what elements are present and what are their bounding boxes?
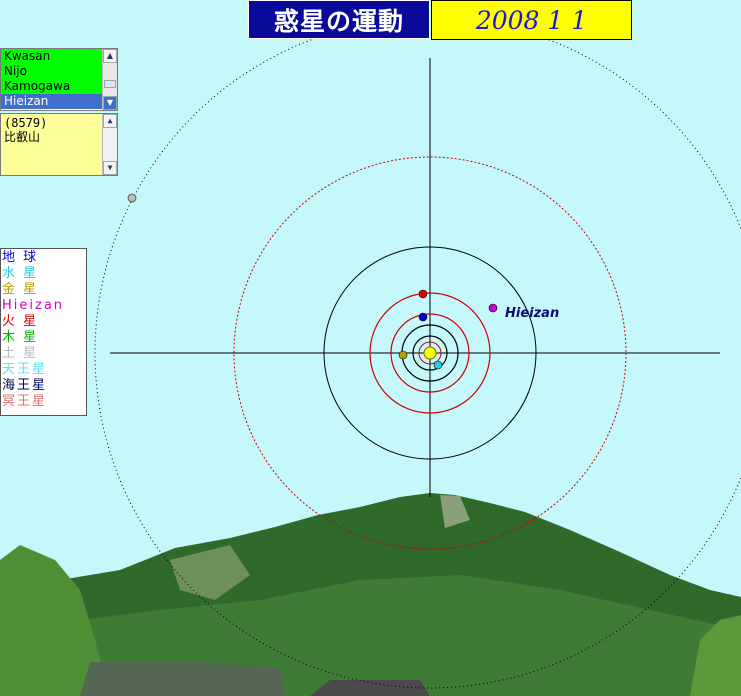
location-item-kamogawa[interactable]: Kamogawa (1, 79, 102, 94)
venus-planet (398, 350, 408, 360)
scroll-thumb[interactable] (104, 80, 116, 88)
mars-planet (418, 289, 428, 299)
earth-planet (418, 312, 428, 322)
location-scrollbar[interactable]: ▲ ▼ (102, 49, 117, 110)
location-item-nijo[interactable]: Nijo (1, 64, 102, 79)
info-scroll-up-arrow-icon[interactable]: ▲ (103, 114, 117, 128)
legend-venus: 金 星 (2, 282, 39, 297)
legend-hieizan: Hieizan (2, 298, 65, 313)
scroll-down-arrow-icon[interactable]: ▼ (103, 96, 117, 110)
legend-pluto: 冥王星 (2, 394, 48, 409)
page-title: 惑星の運動 (248, 0, 430, 39)
legend-saturn: 土 星 (2, 346, 39, 361)
location-listbox[interactable]: Kwasan Nijo Kamogawa Hieizan ▲ ▼ (0, 48, 118, 111)
hieizan-body-label: Hieizan (505, 306, 560, 321)
date-display: 2008 1 1 (431, 0, 632, 40)
hieizan-body (488, 303, 498, 313)
sun (423, 346, 437, 360)
legend-mars: 火 星 (2, 314, 39, 329)
legend-jupiter: 木 星 (2, 330, 39, 345)
location-item-hieizan[interactable]: Hieizan (1, 94, 102, 109)
info-line-code: (8579) (4, 116, 48, 130)
legend-neptune: 海王星 (2, 378, 48, 393)
info-scrollbar[interactable]: ▲ ▼ (102, 114, 117, 175)
outer-planet-gray (127, 193, 137, 203)
legend-earth: 地 球 (2, 250, 39, 265)
info-scroll-down-arrow-icon[interactable]: ▼ (103, 161, 117, 175)
mountain-scenery (0, 493, 741, 696)
legend-mercury: 水 星 (2, 266, 39, 281)
mercury-planet (433, 360, 443, 370)
location-info-box: (8579) 比叡山 ▲ ▼ (0, 113, 118, 176)
legend-uranus: 天王星 (2, 362, 48, 377)
location-item-kwasan[interactable]: Kwasan (1, 49, 102, 64)
scroll-up-arrow-icon[interactable]: ▲ (103, 49, 117, 63)
planet-legend: 地 球 水 星 金 星 Hieizan 火 星 木 星 土 星 天王星 海王星 … (0, 248, 87, 416)
info-line-name: 比叡山 (4, 130, 41, 144)
